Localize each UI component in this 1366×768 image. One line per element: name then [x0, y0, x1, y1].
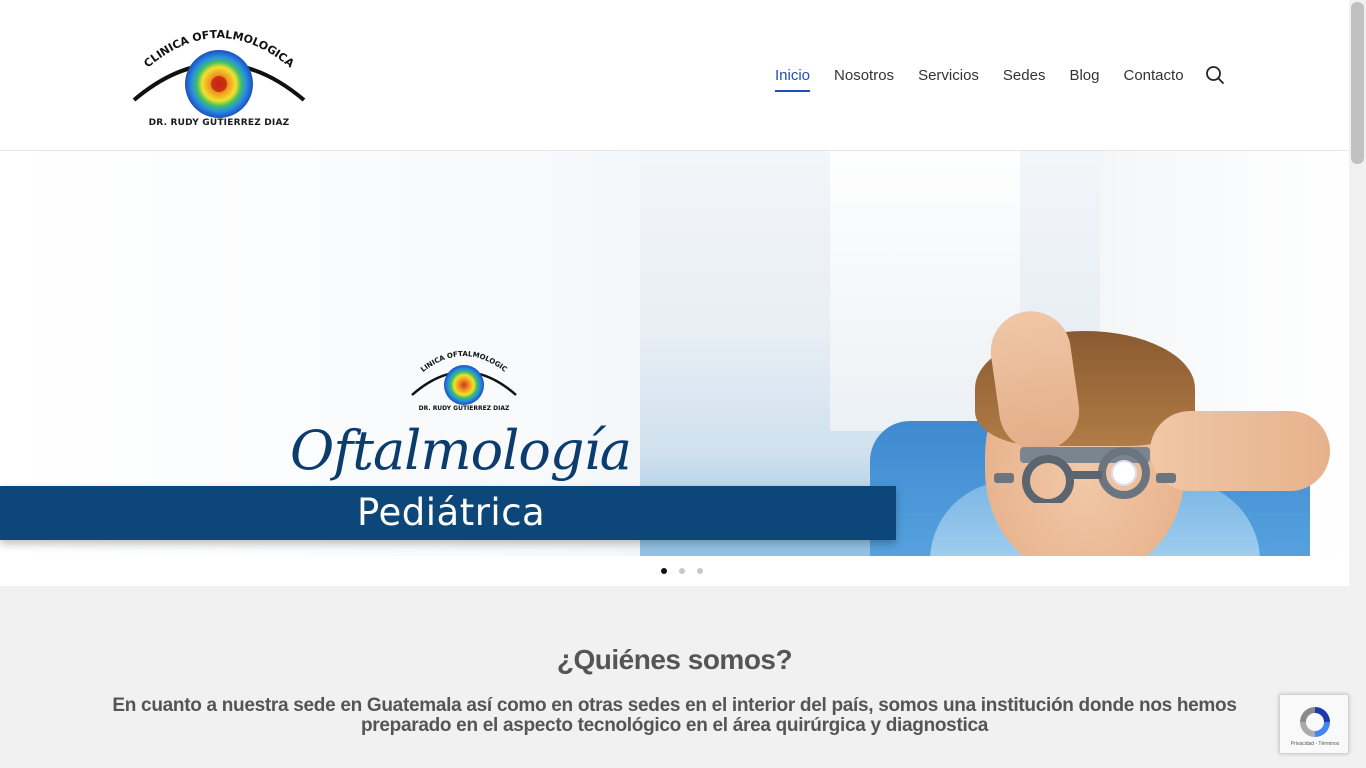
- nav-item-inicio[interactable]: Inicio: [775, 64, 811, 92]
- recaptcha-icon: [1300, 707, 1330, 737]
- hero-eye-logo-graphic: CLINICA OFTALMOLOGICA: [408, 345, 517, 405]
- hero-band-text: Pediátrica: [357, 491, 546, 534]
- scrollbar-thumb[interactable]: [1351, 2, 1364, 164]
- main-nav: Inicio Nosotros Servicios Sedes Blog Con…: [775, 64, 1208, 92]
- logo-subtitle: DR. RUDY GUTIERREZ DIAZ: [148, 118, 290, 128]
- nav-item-blog[interactable]: Blog: [1069, 64, 1099, 88]
- nav-item-sedes[interactable]: Sedes: [1003, 64, 1046, 88]
- hero-script-title: Oftalmología: [290, 419, 632, 482]
- nav-item-nosotros[interactable]: Nosotros: [834, 64, 894, 88]
- slider-dot-1[interactable]: [660, 568, 667, 574]
- recaptcha-badge[interactable]: Privacidad - Términos: [1279, 694, 1349, 754]
- site-header: CLINICA OFTALMOLOGICA DR. RUDY GUTIERREZ…: [0, 0, 1349, 151]
- slider-dots: [0, 556, 1349, 586]
- about-title: ¿Quiénes somos?: [556, 644, 793, 675]
- page: CLINICA OFTALMOLOGICA DR. RUDY GUTIERREZ…: [0, 0, 1349, 768]
- hero-slider[interactable]: CLINICA OFTALMOLOGICA DR. RUDY GUTIERREZ…: [0, 151, 1349, 556]
- nav-item-contacto[interactable]: Contacto: [1124, 64, 1184, 88]
- nav-item-servicios[interactable]: Servicios: [918, 64, 979, 88]
- search-icon[interactable]: [1204, 64, 1226, 86]
- page-scrollbar[interactable]: [1349, 0, 1366, 768]
- recaptcha-label: Privacidad - Términos: [1290, 741, 1340, 747]
- about-text: En cuanto a nuestra sede en Guatemala as…: [112, 695, 1237, 736]
- about-section: ¿Quiénes somos? En cuanto a nuestra sede…: [0, 586, 1349, 768]
- slider-dot-2[interactable]: [678, 568, 685, 574]
- trial-frame-glasses: [994, 447, 1176, 503]
- eye-logo-graphic: CLINICA OFTALMOLOGICA: [132, 28, 306, 118]
- slider-dot-3[interactable]: [696, 568, 703, 574]
- site-logo[interactable]: CLINICA OFTALMOLOGICA DR. RUDY GUTIERREZ…: [130, 18, 308, 134]
